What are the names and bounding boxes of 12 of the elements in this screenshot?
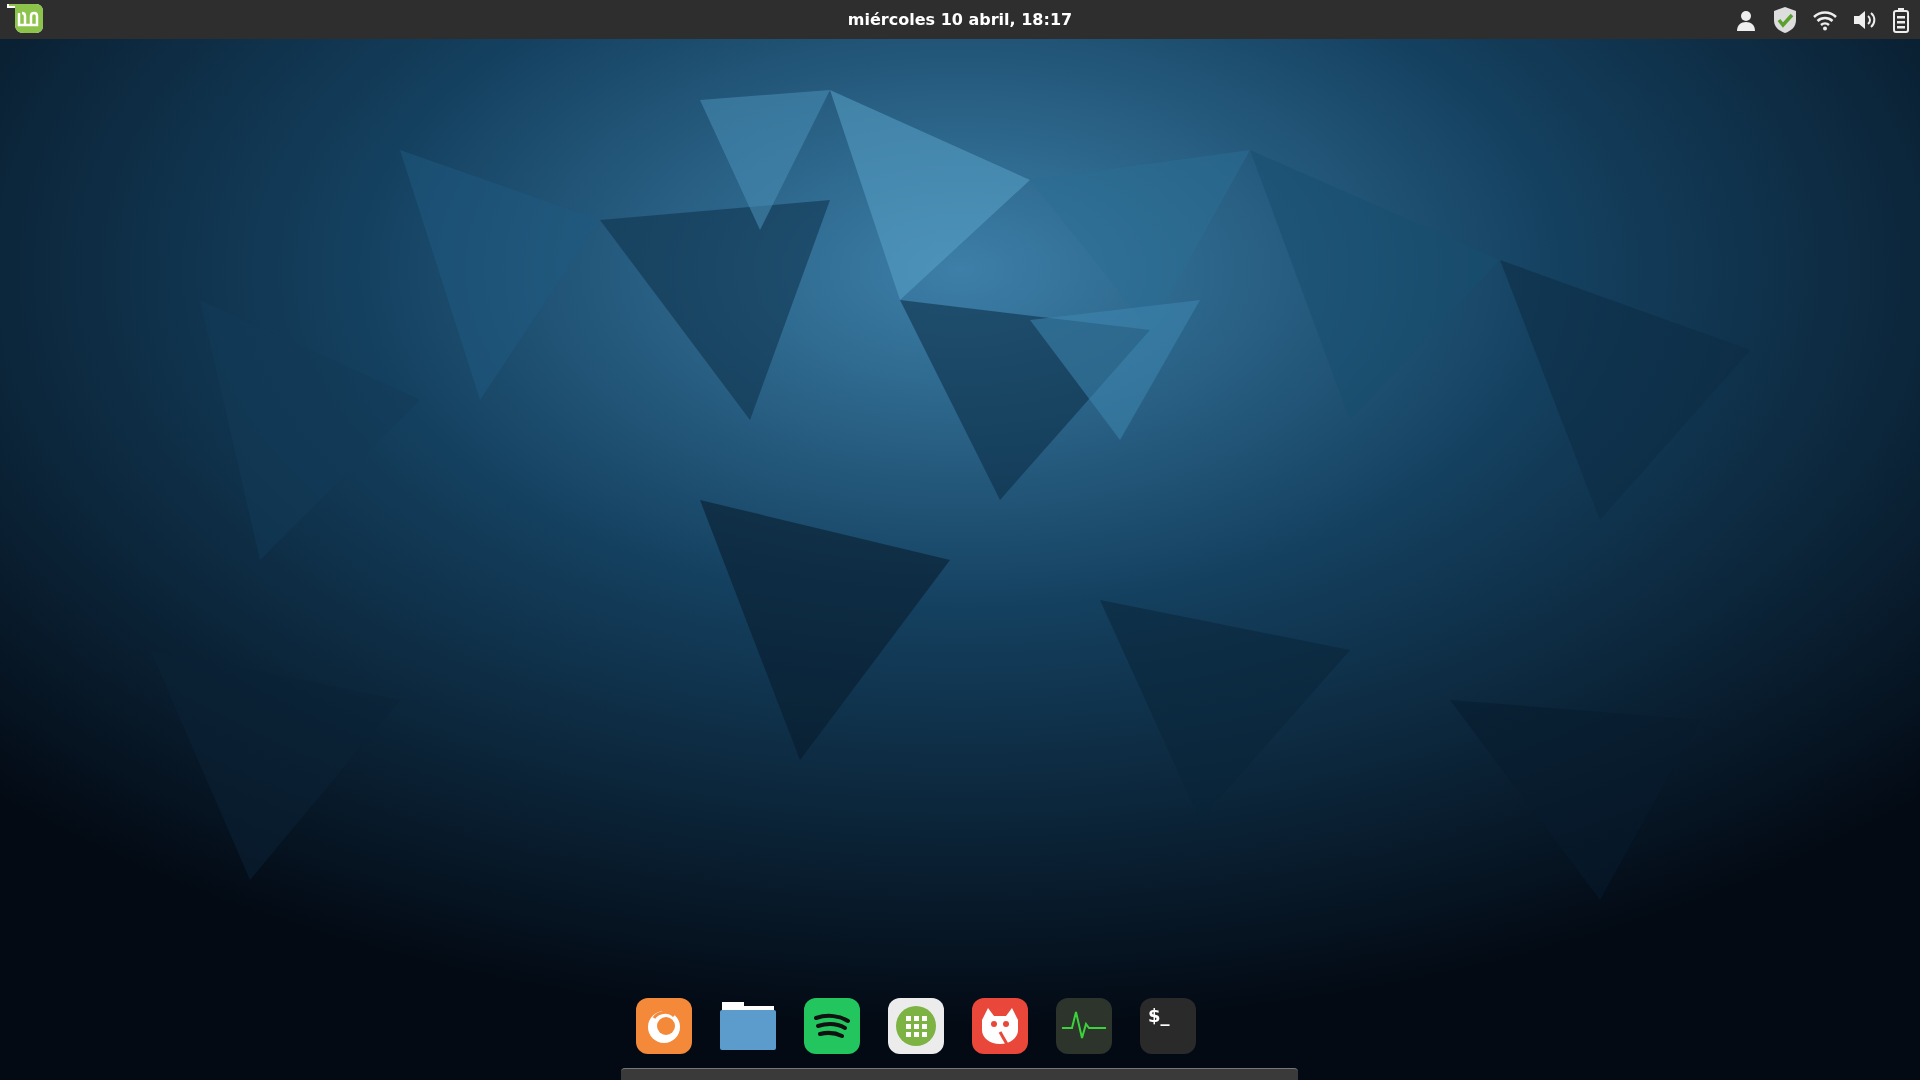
music-app-icon[interactable] [804,998,860,1054]
terminal-prompt-glyph: $_ [1148,1004,1170,1028]
battery-icon[interactable] [1892,6,1910,33]
volume-icon[interactable] [1852,8,1878,31]
pulse-monitor-icon[interactable] [1056,998,1112,1054]
browser-icon[interactable] [636,998,692,1054]
shield-check-icon[interactable] [1772,5,1798,34]
cat-face-icon[interactable] [972,998,1028,1054]
terminal-icon[interactable] [1140,998,1196,1054]
app-grid-icon[interactable] [888,998,944,1054]
clock[interactable]: miércoles 10 abril, 18:17 [847,7,1073,32]
wifi-icon[interactable] [1812,8,1838,31]
